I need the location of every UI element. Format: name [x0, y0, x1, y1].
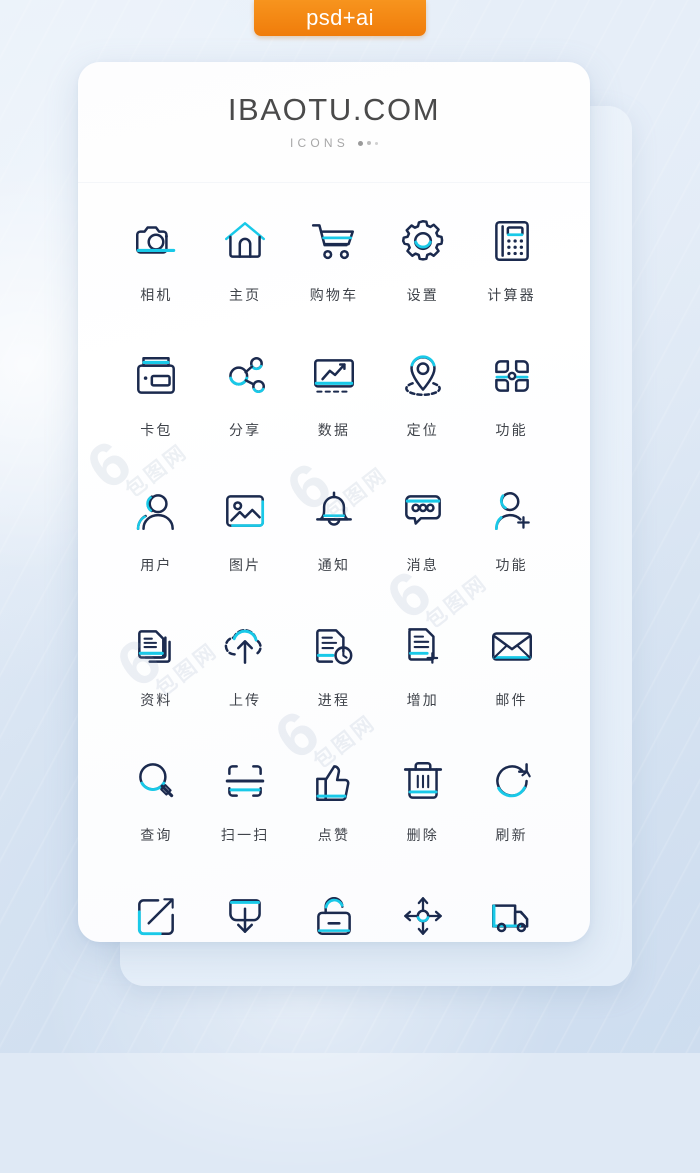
- home-icon: [220, 211, 270, 271]
- icon-label: 定位: [406, 423, 439, 439]
- trash-icon: [398, 751, 448, 811]
- card-header: IBAOTU.COM ICONS: [78, 62, 590, 183]
- cloud-upload-icon: [220, 616, 270, 676]
- icon-tile-home[interactable]: 主页: [201, 211, 290, 326]
- icon-label: 功能: [495, 423, 528, 439]
- icon-tile-image[interactable]: 图片: [201, 481, 290, 596]
- icon-label: 扫一扫: [220, 828, 270, 844]
- icon-tile-refresh[interactable]: 刷新: [467, 751, 556, 866]
- location-pin-icon: [398, 346, 448, 406]
- icon-tile-trash[interactable]: 删除: [378, 751, 467, 866]
- icon-tile-add-user[interactable]: 功能: [467, 481, 556, 596]
- icon-label: 删除: [406, 828, 439, 844]
- icon-tile-chart-data[interactable]: 数据: [290, 346, 379, 461]
- icon-grid: 相机 主页 购物车 设置 计算器 卡包 分享 数据 定位 功能 用户 图片 通知…: [78, 183, 590, 942]
- icon-tile-document-clock[interactable]: 进程: [290, 616, 379, 731]
- icon-label: 相机: [140, 288, 173, 304]
- card-wallet-icon: [131, 346, 181, 406]
- icon-label: 点赞: [317, 828, 351, 844]
- document-plus-icon: [398, 616, 448, 676]
- icon-tile-location-pin[interactable]: 定位: [378, 346, 467, 461]
- format-badge-label: psd+ai: [306, 5, 374, 30]
- icon-tile-edit-pencil[interactable]: 编辑: [112, 886, 201, 942]
- icon-label: 增加: [406, 693, 439, 709]
- icon-label: 主页: [228, 288, 262, 304]
- icon-label: 消息: [406, 558, 439, 574]
- icon-label: 数据: [317, 423, 351, 439]
- icon-tile-card-wallet[interactable]: 卡包: [112, 346, 201, 461]
- four-panel-grid-icon: [487, 346, 537, 406]
- truck-icon: [487, 886, 537, 942]
- icon-tile-documents[interactable]: 资料: [112, 616, 201, 731]
- gear-icon: [398, 211, 448, 271]
- search-icon: [131, 751, 181, 811]
- share-icon: [220, 346, 270, 406]
- icon-tile-camera[interactable]: 相机: [112, 211, 201, 326]
- icon-label: 刷新: [495, 828, 528, 844]
- calculator-icon: [487, 211, 537, 271]
- icon-tile-message-bubble[interactable]: 消息: [378, 481, 467, 596]
- icon-label: 通知: [317, 558, 351, 574]
- icon-tile-bell[interactable]: 通知: [290, 481, 379, 596]
- chart-data-icon: [309, 346, 359, 406]
- users-icon: [131, 481, 181, 541]
- icon-tile-four-panel-grid[interactable]: 功能: [467, 346, 556, 461]
- icon-label: 购物车: [309, 288, 359, 304]
- icon-tile-gear[interactable]: 设置: [378, 211, 467, 326]
- envelope-icon: [487, 616, 537, 676]
- scan-icon: [220, 751, 270, 811]
- move-arrows-icon: [398, 886, 448, 942]
- document-clock-icon: [309, 616, 359, 676]
- icon-tile-scan[interactable]: 扫一扫: [201, 751, 290, 866]
- brand-title: IBAOTU.COM: [227, 92, 441, 127]
- edit-pencil-icon: [131, 886, 181, 942]
- icon-tile-document-plus[interactable]: 增加: [378, 616, 467, 731]
- thumbs-up-icon: [309, 751, 359, 811]
- icon-tile-move-arrows[interactable]: 移动: [378, 886, 467, 942]
- download-icon: [220, 886, 270, 942]
- subtitle: ICONS: [289, 136, 349, 150]
- refresh-icon: [487, 751, 537, 811]
- format-badge: psd+ai: [254, 0, 426, 36]
- icon-tile-share[interactable]: 分享: [201, 346, 290, 461]
- icon-tile-search[interactable]: 查询: [112, 751, 201, 866]
- icon-label: 卡包: [140, 423, 173, 439]
- subtitle-row: ICONS: [290, 136, 378, 150]
- add-user-icon: [487, 481, 537, 541]
- message-bubble-icon: [398, 481, 448, 541]
- icon-tile-calculator[interactable]: 计算器: [467, 211, 556, 326]
- shopping-cart-icon: [309, 211, 359, 271]
- icon-tile-shopping-cart[interactable]: 购物车: [290, 211, 379, 326]
- icon-label: 计算器: [487, 288, 536, 304]
- icon-label: 图片: [228, 558, 262, 574]
- icon-label: 功能: [495, 558, 528, 574]
- icon-tile-cloud-upload[interactable]: 上传: [201, 616, 290, 731]
- icon-label: 设置: [406, 288, 439, 304]
- icon-tile-truck[interactable]: 运输: [467, 886, 556, 942]
- icon-tile-unlock[interactable]: 解锁: [290, 886, 379, 942]
- icon-tile-thumbs-up[interactable]: 点赞: [290, 751, 379, 866]
- icon-label: 用户: [140, 558, 173, 574]
- icon-tile-download[interactable]: 下载: [201, 886, 290, 942]
- ellipsis-dots-icon: [358, 140, 378, 146]
- image-icon: [220, 481, 270, 541]
- icon-label: 上传: [228, 693, 262, 709]
- icon-tile-envelope[interactable]: 邮件: [467, 616, 556, 731]
- icon-label: 查询: [140, 828, 173, 844]
- icon-label: 进程: [317, 693, 351, 709]
- unlock-icon: [309, 886, 359, 942]
- icon-label: 资料: [140, 693, 173, 709]
- icon-label: 分享: [228, 423, 262, 439]
- icon-set-card: IBAOTU.COM ICONS 相机 主页 购物车 设置 计算器 卡包 分享 …: [78, 62, 590, 942]
- icon-label: 邮件: [495, 693, 528, 709]
- documents-icon: [131, 616, 181, 676]
- bell-icon: [309, 481, 359, 541]
- icon-tile-users[interactable]: 用户: [112, 481, 201, 596]
- camera-icon: [131, 211, 181, 271]
